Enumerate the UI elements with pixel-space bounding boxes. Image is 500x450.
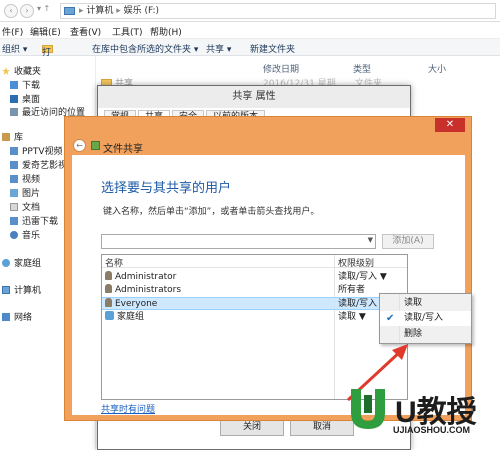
annotation-arrow: [346, 344, 408, 402]
brand-logo-icon: [351, 389, 385, 429]
watermark-url: UJIAOSHOU.COM: [393, 425, 471, 435]
watermark: U教授 UJIAOSHOU.COM: [343, 385, 493, 445]
